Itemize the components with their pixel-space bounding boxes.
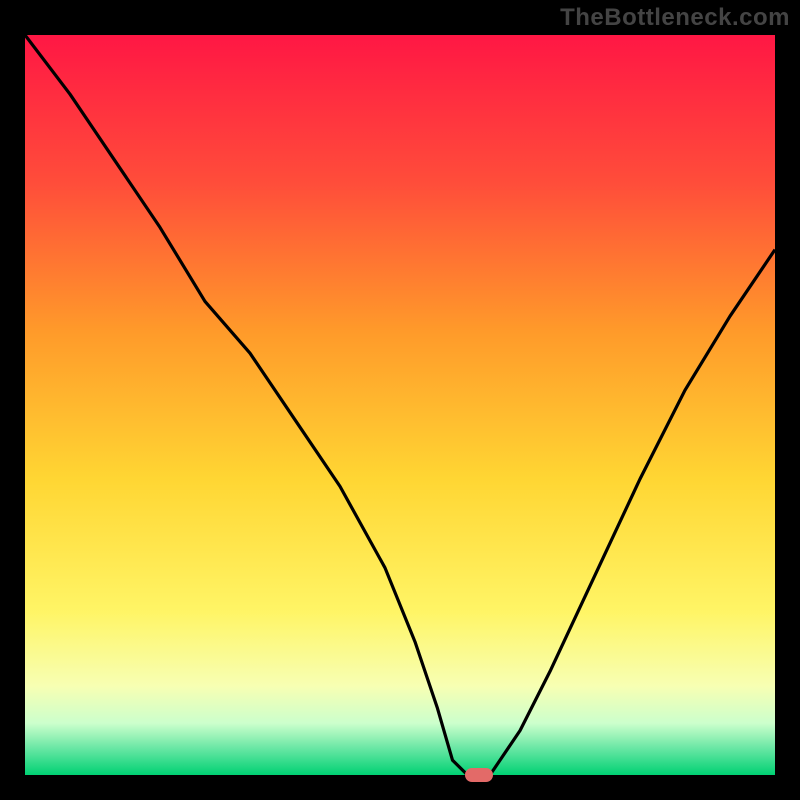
watermark-text: TheBottleneck.com xyxy=(560,4,790,32)
gradient-fill xyxy=(25,35,775,775)
optimal-marker xyxy=(465,768,493,782)
plot-area xyxy=(25,35,775,775)
chart-frame: TheBottleneck.com xyxy=(0,0,800,800)
chart-svg xyxy=(25,35,775,775)
